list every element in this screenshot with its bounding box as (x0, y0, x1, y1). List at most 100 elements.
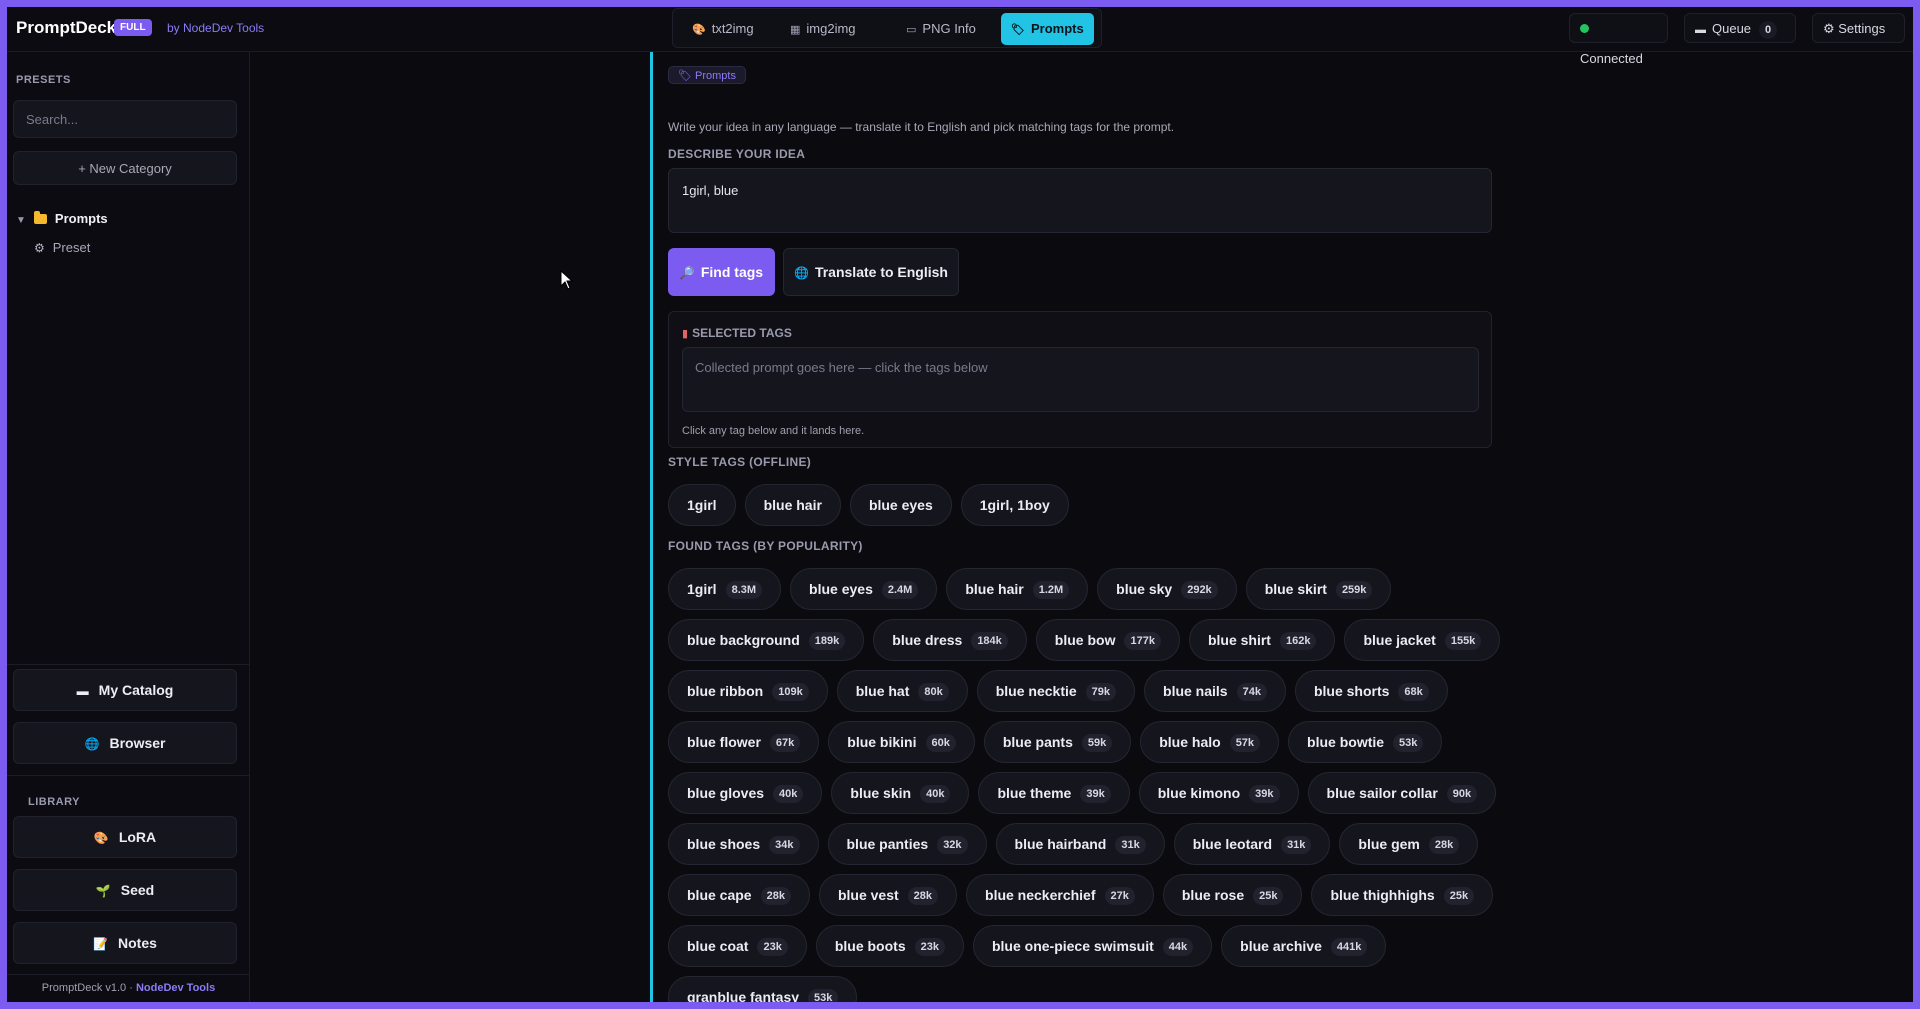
tag-count-badge: 25k (1253, 887, 1284, 905)
found-tag-chip[interactable]: blue bow 177k (1035, 619, 1180, 661)
found-tag-chip[interactable]: blue flower 67k (668, 721, 820, 763)
style-tags-list: 1girl blue hair blue eyes 1girl, 1boy (668, 484, 1508, 526)
tab-label: Prompts (1030, 21, 1084, 36)
tree-item-preset[interactable]: ⚙ Preset (34, 240, 90, 255)
tag-name: blue halo (1159, 734, 1221, 750)
style-tag-chip[interactable]: 1girl (668, 484, 736, 526)
tag-count-badge: 441k (1330, 938, 1368, 956)
caret-down-icon: ▼ (16, 215, 26, 226)
tag-count-badge: 53k (808, 989, 839, 1002)
byline-link[interactable]: by NodeDev Tools (167, 21, 264, 35)
lora-button[interactable]: 🎨 LoRA (13, 816, 237, 858)
browser-button[interactable]: 🌐 Browser (13, 722, 237, 764)
found-tag-chip[interactable]: 1girl 8.3M (668, 568, 782, 610)
tag-name: blue skirt (1264, 581, 1327, 597)
tag-count-badge: 39k (1080, 785, 1111, 803)
tag-name: blue background (687, 632, 800, 648)
button-label: Notes (118, 935, 157, 951)
found-tag-chip[interactable]: blue shorts 68k (1294, 670, 1448, 712)
tab-img2img[interactable]: ▦ img2img (780, 13, 866, 45)
found-tag-chip[interactable]: blue hair 1.2M (946, 568, 1089, 610)
found-tag-chip[interactable]: blue nails 74k (1144, 670, 1286, 712)
found-tag-chip[interactable]: blue eyes 2.4M (790, 568, 938, 610)
tag-name: 1girl (687, 581, 717, 597)
found-tag-chip[interactable]: blue skin 40k (831, 772, 970, 814)
found-tag-chip[interactable]: blue skirt 259k (1245, 568, 1392, 610)
found-tag-chip[interactable]: granblue fantasy 53k (668, 976, 858, 1002)
style-tag-chip[interactable]: blue hair (744, 484, 841, 526)
found-tag-chip[interactable]: blue hairband 31k (995, 823, 1165, 865)
found-tag-chip[interactable]: blue shoes 34k (668, 823, 819, 865)
found-tag-chip[interactable]: blue sailor collar 90k (1307, 772, 1497, 814)
idea-input[interactable]: 1girl, blue (668, 168, 1492, 233)
found-tag-chip[interactable]: blue panties 32k (827, 823, 987, 865)
edition-badge: FULL (114, 19, 152, 36)
preset-label: Preset (52, 240, 91, 255)
tag-name: blue hat (855, 683, 910, 699)
found-tag-chip[interactable]: blue dress 184k (873, 619, 1027, 661)
preset-search-input[interactable] (13, 100, 237, 138)
tab-txt2img[interactable]: 🎨 txt2img (682, 13, 764, 45)
found-tag-chip[interactable]: blue hat 80k (836, 670, 968, 712)
found-tag-chip[interactable]: blue sky 292k (1097, 568, 1237, 610)
found-tag-chip[interactable]: blue gem 28k (1339, 823, 1479, 865)
found-tag-chip[interactable]: blue one-piece swimsuit 44k (972, 925, 1213, 967)
found-tag-chip[interactable]: blue ribbon 109k (668, 670, 828, 712)
panel-resize-handle[interactable] (650, 52, 653, 1002)
tab-prompts[interactable]: 🏷 Prompts (1001, 13, 1094, 45)
tag-count-badge: 2.4M (881, 581, 919, 599)
tab-png-info[interactable]: ▭ PNG Info (896, 13, 986, 45)
found-tag-chip[interactable]: blue pants 59k (983, 721, 1132, 763)
button-label: Browser (109, 735, 166, 751)
notes-button[interactable]: 📝 Notes (13, 922, 237, 964)
found-tag-chip[interactable]: blue shirt 162k (1188, 619, 1336, 661)
found-tag-chip[interactable]: blue thighhighs 25k (1311, 874, 1494, 916)
tag-name: blue shirt (1207, 632, 1271, 648)
style-tag-chip[interactable]: blue eyes (849, 484, 952, 526)
my-catalog-button[interactable]: ▬ My Catalog (13, 669, 237, 711)
found-tag-chip[interactable]: blue theme 39k (978, 772, 1130, 814)
found-tag-chip[interactable]: blue kimono 39k (1138, 772, 1299, 814)
connection-status[interactable]: Connected (1569, 13, 1668, 66)
settings-button[interactable]: ⚙ Settings (1812, 13, 1905, 43)
library-heading: LIBRARY (28, 796, 80, 808)
tag-name: blue necktie (995, 683, 1077, 699)
translate-button[interactable]: 🌐 Translate to English (783, 248, 959, 296)
found-tag-chip[interactable]: blue halo 57k (1140, 721, 1280, 763)
found-tag-chip[interactable]: blue jacket 155k (1344, 619, 1501, 661)
found-tag-chip[interactable]: blue archive 441k (1221, 925, 1387, 967)
tag-name: blue panties (846, 836, 929, 852)
found-tag-chip[interactable]: blue cape 28k (668, 874, 810, 916)
style-tag-chip[interactable]: 1girl, 1boy (960, 484, 1069, 526)
found-tag-chip[interactable]: blue leotard 31k (1173, 823, 1331, 865)
button-label: My Catalog (98, 682, 174, 698)
tag-name: blue flower (687, 734, 761, 750)
found-tag-chip[interactable]: blue background 189k (668, 619, 865, 661)
found-tag-chip[interactable]: blue coat 23k (668, 925, 807, 967)
tag-count-badge: 109k (772, 683, 809, 701)
found-tag-chip[interactable]: blue neckerchief 27k (966, 874, 1154, 916)
found-tag-chip[interactable]: blue rose 25k (1162, 874, 1303, 916)
selected-prompt-field[interactable]: Collected prompt goes here — click the t… (682, 347, 1479, 412)
footer-brand-link[interactable]: NodeDev Tools (136, 982, 215, 994)
found-tag-chip[interactable]: blue vest 28k (818, 874, 958, 916)
found-tag-chip[interactable]: blue necktie 79k (976, 670, 1136, 712)
queue-button[interactable]: ▬ Queue 0 (1684, 13, 1796, 43)
find-tags-button[interactable]: 🔎 Find tags (668, 248, 775, 296)
tag-count-badge: 67k (769, 734, 801, 752)
found-tag-chip[interactable]: blue gloves 40k (668, 772, 823, 814)
tag-count-badge: 80k (918, 683, 949, 701)
tag-icon: 🏷 (1011, 24, 1025, 36)
palette-icon: 🎨 (692, 24, 706, 36)
found-tag-chip[interactable]: blue boots 23k (815, 925, 964, 967)
tag-count-badge: 40k (773, 785, 804, 803)
seed-button[interactable]: 🌱 Seed (13, 869, 237, 911)
tag-name: blue neckerchief (985, 887, 1096, 903)
tree-folder-prompts[interactable]: ▼ Prompts (16, 211, 108, 226)
new-category-button[interactable]: + New Category (13, 151, 237, 185)
tab-label: PNG Info (922, 21, 976, 36)
tag-count-badge: 68k (1398, 683, 1429, 701)
found-tag-chip[interactable]: blue bikini 60k (828, 721, 975, 763)
app-logo: PromptDeck (16, 18, 117, 37)
found-tag-chip[interactable]: blue bowtie 53k (1288, 721, 1443, 763)
